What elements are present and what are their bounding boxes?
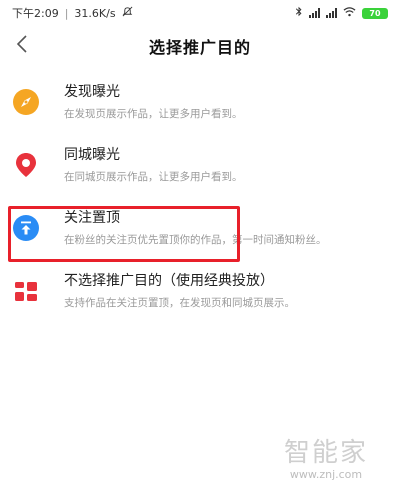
option-title: 不选择推广目的（使用经典投放） (64, 273, 274, 289)
battery-icon: 70 (362, 7, 388, 19)
option-title: 同城曝光 (64, 147, 120, 163)
watermark-main: 智能家 (283, 438, 368, 468)
purpose-list: 发现曝光 在发现页展示作品，让更多用户看到。 同城曝光 在同城页展示作品，让更多… (0, 72, 400, 324)
option-title: 关注置顶 (64, 210, 120, 226)
status-right: 70 (295, 6, 388, 20)
option-subtitle: 在粉丝的关注页优先置顶你的作品，第一时间通知粉丝。 (64, 234, 327, 246)
status-bar: 下午2:09 | 31.6K/s 70 (0, 0, 400, 26)
watermark-url: www.znj.com (289, 468, 363, 481)
signal-icon-2 (326, 8, 337, 18)
option-subtitle: 支持作品在关注页置顶，在发现页和同城页展示。 (64, 297, 295, 309)
network-speed: 31.6K/s (74, 6, 116, 20)
wifi-icon (343, 6, 356, 20)
location-pin-icon (12, 151, 40, 179)
bluetooth-icon (295, 6, 303, 20)
chevron-left-icon (16, 34, 28, 58)
pin-to-top-icon (12, 214, 40, 242)
grid-icon (12, 277, 40, 305)
compass-icon (12, 88, 40, 116)
mute-icon (122, 6, 133, 20)
option-subtitle: 在同城页展示作品，让更多用户看到。 (64, 171, 243, 183)
page-title: 选择推广目的 (148, 38, 251, 57)
option-subtitle: 在发现页展示作品，让更多用户看到。 (64, 108, 243, 120)
status-left: 下午2:09 | 31.6K/s (12, 5, 133, 21)
option-follow-pin-top[interactable]: 关注置顶 在粉丝的关注页优先置顶你的作品，第一时间通知粉丝。 (0, 198, 400, 261)
status-time: 下午2:09 (12, 7, 59, 20)
option-local-exposure[interactable]: 同城曝光 在同城页展示作品，让更多用户看到。 (0, 135, 400, 198)
status-separator: | (64, 6, 69, 20)
signal-icon-1 (309, 8, 320, 18)
header: 选择推广目的 (0, 26, 400, 66)
option-classic-delivery[interactable]: 不选择推广目的（使用经典投放） 支持作品在关注页置顶，在发现页和同城页展示。 (0, 261, 400, 324)
option-discover-exposure[interactable]: 发现曝光 在发现页展示作品，让更多用户看到。 (0, 72, 400, 135)
back-button[interactable] (10, 32, 34, 60)
option-title: 发现曝光 (64, 84, 120, 100)
watermark: 智能家 www.znj.com (266, 438, 386, 481)
